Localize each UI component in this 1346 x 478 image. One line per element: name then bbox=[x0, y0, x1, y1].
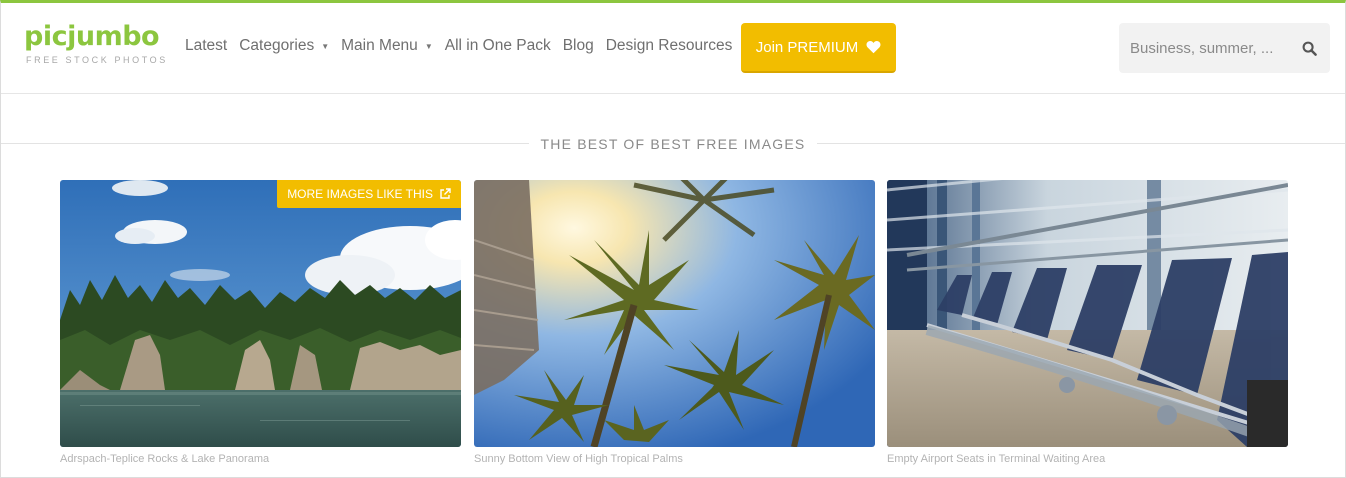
nav-item-blog[interactable]: Blog bbox=[563, 37, 594, 55]
nav-item-design-resources[interactable]: Design Resources bbox=[606, 37, 733, 55]
photo-caption[interactable]: Sunny Bottom View of High Tropical Palms bbox=[474, 453, 875, 465]
more-images-label: MORE IMAGES LIKE THIS bbox=[287, 187, 433, 201]
join-premium-button[interactable]: Join PREMIUM bbox=[741, 23, 896, 73]
site-logo[interactable]: picjumbo FREE STOCK PHOTOS bbox=[24, 21, 174, 65]
gallery-card[interactable]: MORE IMAGES LIKE THIS Adrspach-Teplice R… bbox=[60, 180, 461, 465]
logo-tagline: FREE STOCK PHOTOS bbox=[26, 55, 168, 65]
gallery-card[interactable]: Sunny Bottom View of High Tropical Palms bbox=[474, 180, 875, 465]
photo-caption[interactable]: Empty Airport Seats in Terminal Waiting … bbox=[887, 453, 1288, 465]
search-box bbox=[1119, 23, 1330, 73]
photo-palms[interactable] bbox=[474, 180, 875, 447]
caret-down-icon: ▼ bbox=[424, 41, 433, 51]
photo-airport-seats-image bbox=[887, 180, 1288, 447]
nav-item-label: All in One Pack bbox=[444, 37, 551, 54]
page-frame: picjumbo FREE STOCK PHOTOS Latest Catego… bbox=[0, 0, 1346, 478]
photo-airport-seats[interactable] bbox=[887, 180, 1288, 447]
section-title: THE BEST OF BEST FREE IMAGES bbox=[528, 136, 818, 152]
caret-down-icon: ▼ bbox=[321, 41, 330, 51]
section-header: THE BEST OF BEST FREE IMAGES bbox=[1, 133, 1345, 155]
gallery-card[interactable]: Empty Airport Seats in Terminal Waiting … bbox=[887, 180, 1288, 465]
nav-item-label: Design Resources bbox=[605, 37, 733, 54]
logo-wordmark: picjumbo bbox=[24, 21, 160, 52]
site-header: picjumbo FREE STOCK PHOTOS Latest Catego… bbox=[1, 3, 1345, 94]
photo-palms-image bbox=[474, 180, 875, 447]
nav-item-label: Main Menu bbox=[341, 37, 418, 54]
photo-lake-rocks[interactable]: MORE IMAGES LIKE THIS bbox=[60, 180, 461, 447]
external-link-icon bbox=[440, 188, 451, 199]
photo-caption[interactable]: Adrspach-Teplice Rocks & Lake Panorama bbox=[60, 453, 461, 465]
heart-icon bbox=[866, 41, 881, 54]
nav-item-all-in-one-pack[interactable]: All in One Pack bbox=[445, 37, 551, 55]
join-premium-label: Join PREMIUM bbox=[755, 38, 859, 56]
search-icon[interactable] bbox=[1302, 41, 1317, 56]
more-images-like-this-button[interactable]: MORE IMAGES LIKE THIS bbox=[277, 180, 461, 208]
photo-lake-rocks-image bbox=[60, 180, 461, 447]
nav-item-label: Blog bbox=[562, 37, 594, 54]
nav-item-label: Latest bbox=[185, 37, 228, 54]
nav-item-label: Categories bbox=[239, 37, 315, 54]
main-nav: Latest Categories ▼ Main Menu ▼ All in O… bbox=[185, 37, 744, 55]
nav-item-main-menu[interactable]: Main Menu ▼ bbox=[341, 37, 433, 55]
search-input[interactable] bbox=[1130, 39, 1290, 57]
nav-item-latest[interactable]: Latest bbox=[185, 37, 227, 55]
nav-item-categories[interactable]: Categories ▼ bbox=[239, 37, 329, 55]
